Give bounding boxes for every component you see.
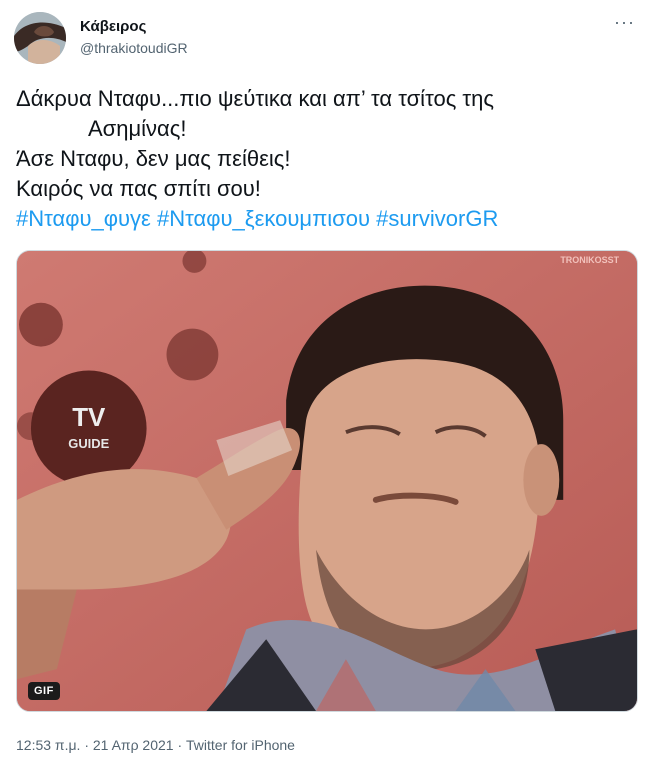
hashtag-link[interactable]: #survivorGR <box>376 206 498 231</box>
tweet-date[interactable]: 21 Απρ 2021 <box>93 737 174 753</box>
hashtag-line: #Νταφυ_φυγε #Νταφυ_ξεκουμπισου #survivor… <box>16 204 636 234</box>
tweet-line: Καιρός να πας σπίτι σου! <box>16 176 261 201</box>
tweet-source[interactable]: Twitter for iPhone <box>186 737 295 753</box>
gif-frame: TV GUIDE TRONIKOSST <box>17 251 637 711</box>
more-options-icon[interactable]: ··· <box>614 12 635 32</box>
hashtag-link[interactable]: #Νταφυ_φυγε <box>16 206 151 231</box>
meta-separator: · <box>173 737 187 753</box>
avatar[interactable] <box>14 12 66 64</box>
mic-text: GUIDE <box>68 436 109 451</box>
meta-separator: · <box>80 737 93 753</box>
display-name[interactable]: Κάβειρος <box>80 18 146 35</box>
user-handle[interactable]: @thrakiotoudiGR <box>80 40 188 56</box>
hashtag-link[interactable]: #Νταφυ_ξεκουμπισου <box>157 206 370 231</box>
mic-text: TV <box>72 404 106 432</box>
tweet-time[interactable]: 12:53 π.μ. <box>16 737 80 753</box>
tweet-line: Δάκρυα Νταφυ...πιο ψεύτικα και απ’ τα τσ… <box>16 86 494 111</box>
gif-media[interactable]: TV GUIDE TRONIKOSST <box>16 250 638 712</box>
gif-badge: GIF <box>28 682 60 700</box>
tweet-meta: 12:53 π.μ. · 21 Απρ 2021 · Twitter for i… <box>16 737 295 753</box>
tweet-line: Άσε Νταφυ, δεν μας πείθεις! <box>16 146 291 171</box>
watermark: TRONIKOSST <box>560 255 619 265</box>
tweet: Κάβειρος @thrakiotoudiGR ··· Δάκρυα Νταφ… <box>0 0 653 768</box>
tweet-text: Δάκρυα Νταφυ...πιο ψεύτικα και απ’ τα τσ… <box>16 84 636 234</box>
tweet-line: Ασημίνας! <box>88 116 187 141</box>
